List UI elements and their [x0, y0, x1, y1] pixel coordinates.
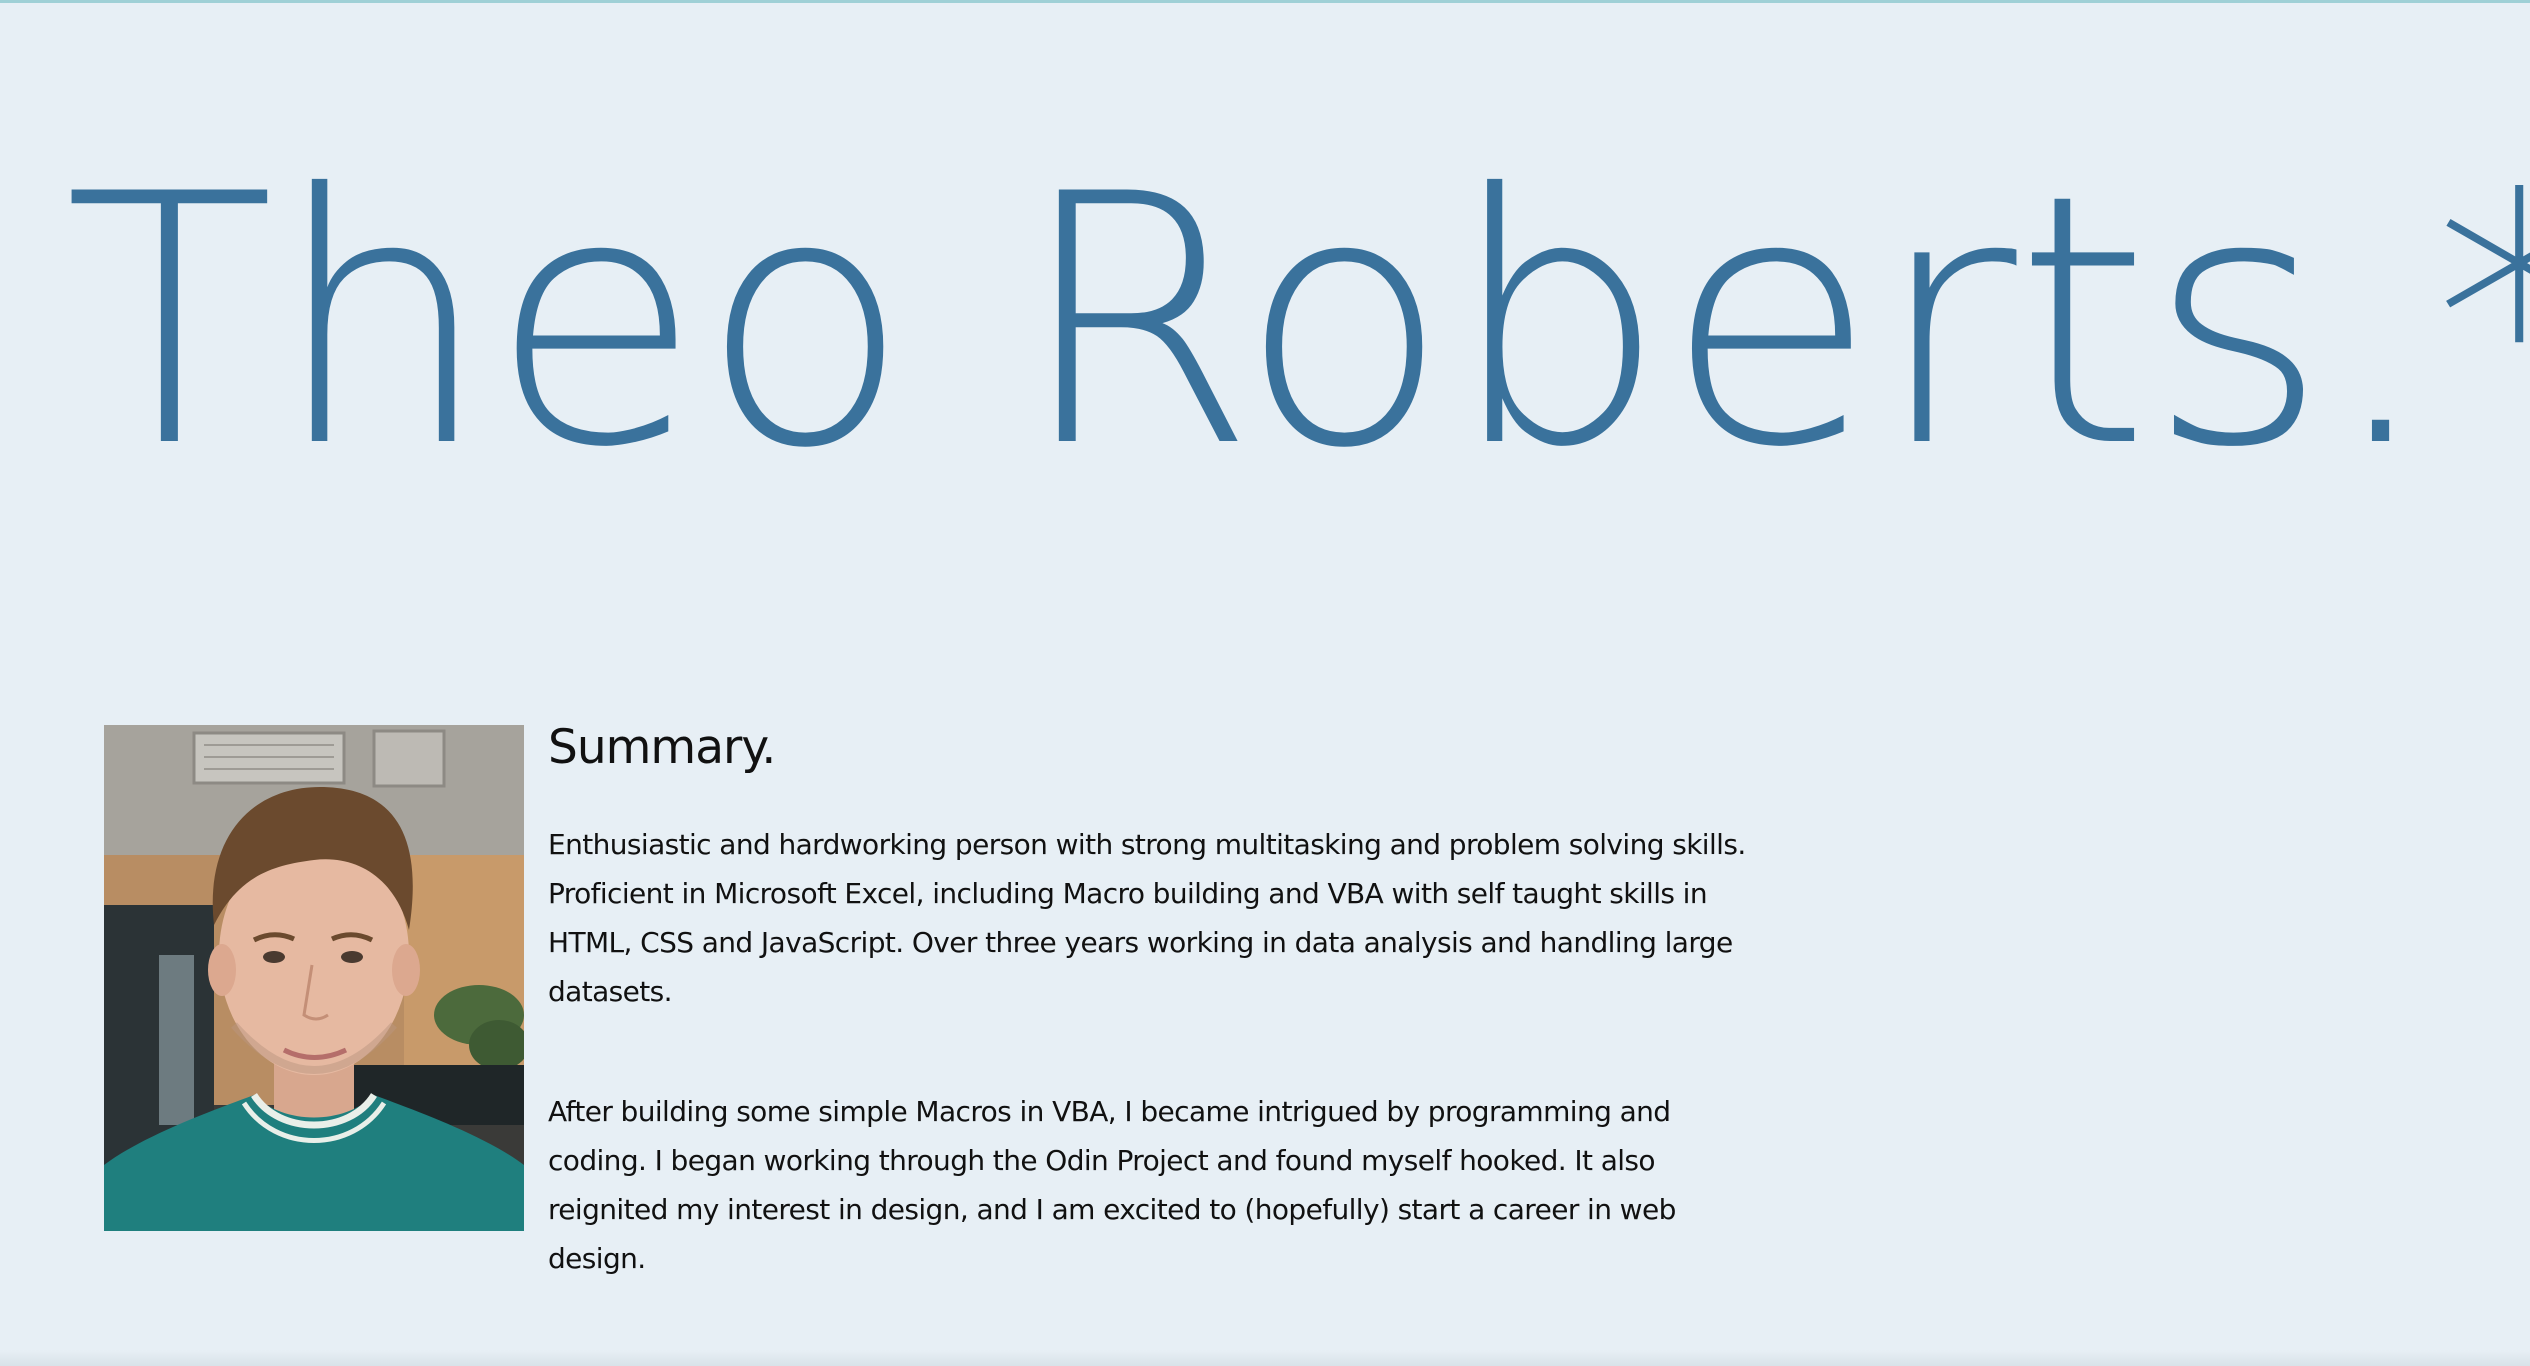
- summary-section: Summary. Enthusiastic and hardworking pe…: [548, 718, 1768, 1283]
- top-accent-line: [0, 0, 2530, 3]
- bottom-edge-shadow: [0, 1350, 2530, 1366]
- summary-paragraph-2: After building some simple Macros in VBA…: [548, 1095, 1676, 1275]
- profile-photo: [104, 725, 524, 1231]
- page-title: Theo Roberts.*: [64, 122, 2530, 523]
- summary-heading: Summary.: [548, 720, 776, 775]
- summary-paragraph-1: Enthusiastic and hardworking person with…: [548, 828, 1746, 1008]
